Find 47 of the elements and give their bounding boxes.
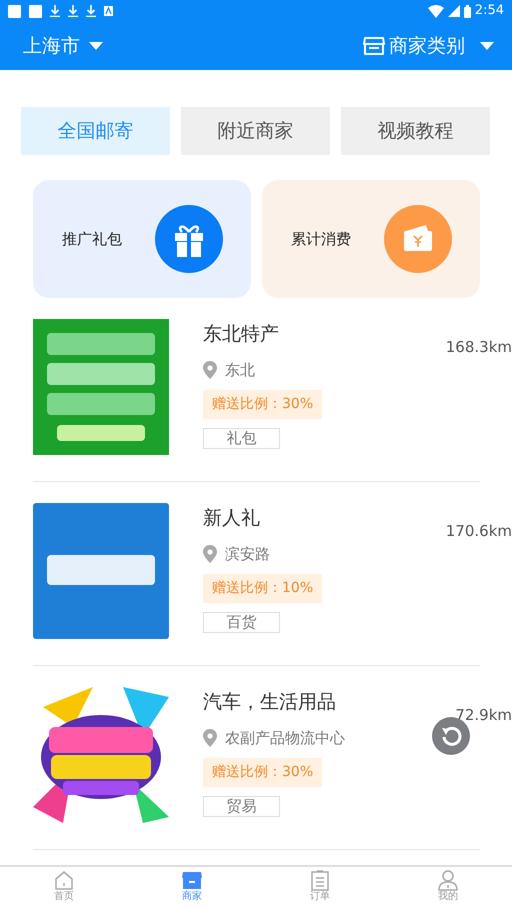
merchant-name: 东北特产 bbox=[203, 322, 279, 346]
ratio-badge: 赠送比例：10% bbox=[203, 574, 322, 602]
profile-icon bbox=[437, 869, 459, 891]
location-text: 东北 bbox=[225, 360, 255, 381]
tab[interactable]: 全国邮寄 bbox=[21, 107, 170, 155]
merchant-name: 新人礼 bbox=[203, 506, 260, 530]
download-icon bbox=[68, 5, 78, 17]
promo-card[interactable]: 推广礼包 bbox=[33, 180, 251, 298]
download-icon bbox=[50, 5, 60, 17]
battery-icon bbox=[464, 4, 471, 18]
tab[interactable]: 视频教程 bbox=[341, 107, 490, 155]
category-tag: 贸易 bbox=[203, 796, 280, 816]
nav-tab[interactable]: 我的 bbox=[384, 867, 512, 908]
notification-icon bbox=[104, 6, 113, 16]
category-dropdown[interactable]: 商家类别 bbox=[362, 30, 496, 62]
location-text: 农副产品物流中心 bbox=[225, 728, 345, 749]
nav-tab[interactable]: 首页 bbox=[0, 867, 128, 908]
ratio-badge: 赠送比例：30% bbox=[203, 390, 322, 418]
distance-text: 168.3km bbox=[446, 337, 512, 358]
location-pin-icon bbox=[203, 729, 217, 748]
wallet-icon bbox=[384, 205, 452, 273]
merchant-name: 汽车，生活用品 bbox=[203, 690, 336, 714]
shop-icon bbox=[181, 869, 203, 891]
distance-text: 170.6km bbox=[446, 521, 512, 542]
notification-icon bbox=[8, 4, 21, 18]
category-tag: 礼包 bbox=[203, 428, 280, 448]
home-icon bbox=[53, 869, 75, 891]
location-pin-icon bbox=[203, 545, 217, 564]
wifi-icon bbox=[428, 4, 444, 18]
clock: 2:54 bbox=[474, 2, 504, 20]
gift-icon bbox=[155, 205, 223, 273]
nav-tab[interactable]: 商家 bbox=[128, 867, 256, 908]
promo-card[interactable]: 累计消费 bbox=[262, 180, 480, 298]
distance-text: 72.9km bbox=[455, 705, 512, 726]
download-icon bbox=[86, 5, 96, 17]
nav-tab[interactable]: 订单 bbox=[256, 867, 384, 908]
shop-icon bbox=[363, 36, 385, 56]
city-dropdown[interactable]: 上海市 bbox=[22, 30, 105, 62]
refresh-icon bbox=[440, 725, 462, 747]
orders-icon bbox=[309, 869, 331, 891]
category-tag: 百货 bbox=[203, 612, 280, 632]
location-text: 滨安路 bbox=[225, 544, 270, 565]
tab[interactable]: 附近商家 bbox=[181, 107, 330, 155]
location-pin-icon bbox=[203, 361, 217, 380]
signal-icon bbox=[448, 5, 460, 17]
ratio-badge: 赠送比例：30% bbox=[203, 758, 322, 786]
notification-icon bbox=[29, 4, 42, 18]
